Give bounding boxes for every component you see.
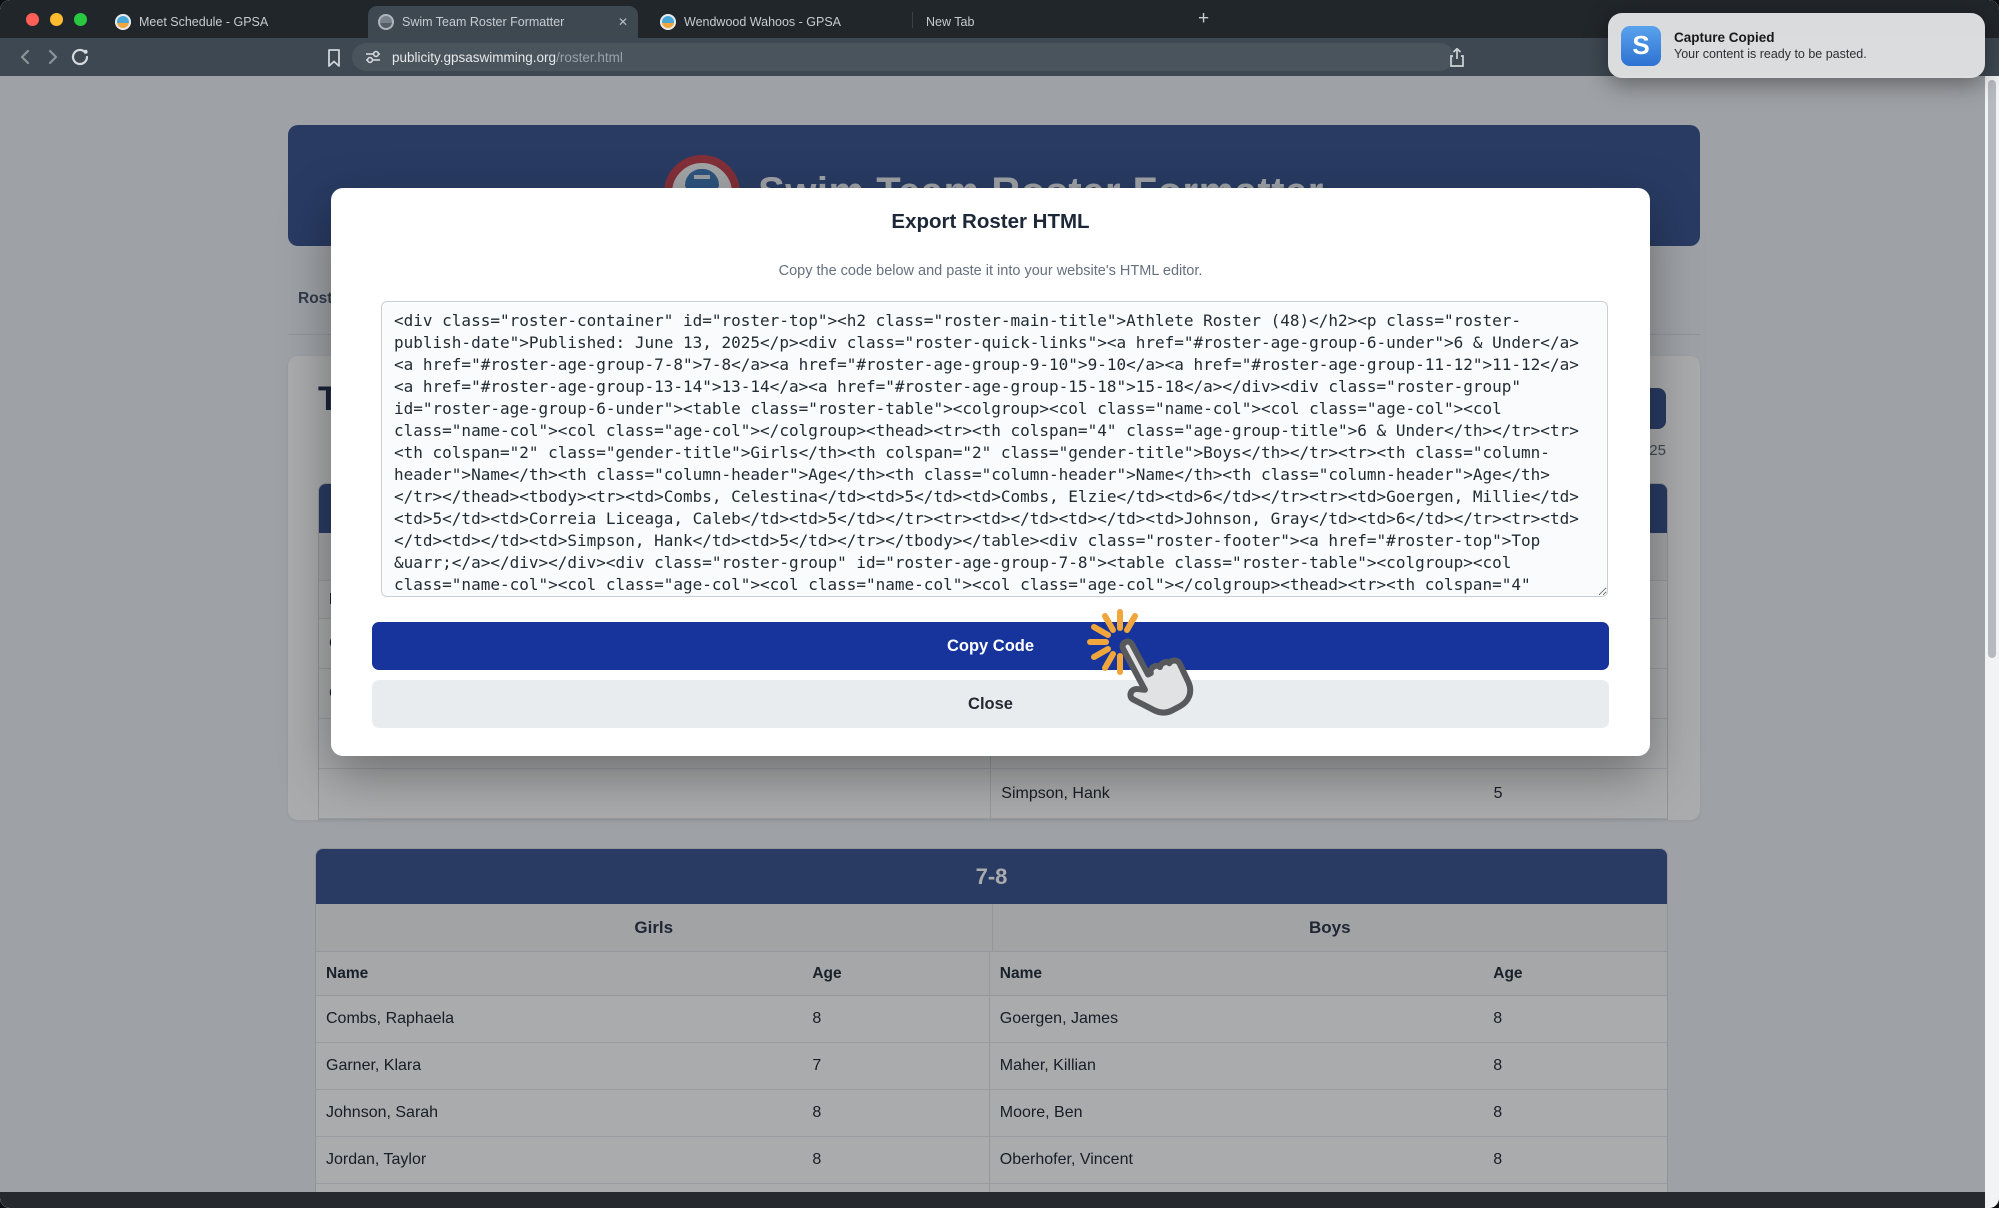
share-icon[interactable] bbox=[1445, 46, 1469, 70]
url-path: /roster.html bbox=[556, 50, 623, 65]
close-window-button[interactable] bbox=[26, 13, 39, 26]
zoom-window-button[interactable] bbox=[74, 13, 87, 26]
tab-separator bbox=[912, 12, 913, 28]
export-code-textarea[interactable]: <div class="roster-container" id="roster… bbox=[381, 301, 1608, 597]
bookmark-icon[interactable] bbox=[322, 46, 346, 70]
browser-window: Meet Schedule - GPSA Swim Team Roster Fo… bbox=[0, 0, 1999, 1208]
url-bar[interactable]: publicity.gpsaswimming.org/roster.html bbox=[352, 43, 1454, 71]
tab-meet-schedule[interactable]: Meet Schedule - GPSA bbox=[105, 6, 278, 38]
reload-icon[interactable] bbox=[68, 45, 92, 69]
modal-subtitle: Copy the code below and paste it into yo… bbox=[331, 263, 1650, 279]
capture-notification[interactable]: S Capture Copied Your content is ready t… bbox=[1608, 13, 1985, 78]
url-text[interactable]: publicity.gpsaswimming.org/roster.html bbox=[392, 50, 623, 65]
gpsa-favicon bbox=[115, 14, 131, 30]
notification-message: Your content is ready to be pasted. bbox=[1674, 47, 1867, 61]
export-roster-modal: Export Roster HTML Copy the code below a… bbox=[331, 188, 1650, 756]
window-bottom-edge bbox=[0, 1192, 1999, 1208]
tab-title: Swim Team Roster Formatter bbox=[402, 15, 600, 29]
snagit-icon: S bbox=[1621, 26, 1661, 66]
forward-icon[interactable] bbox=[40, 45, 64, 69]
url-host: publicity.gpsaswimming.org bbox=[392, 50, 556, 65]
gpsa-favicon bbox=[378, 14, 394, 30]
back-icon[interactable] bbox=[14, 45, 38, 69]
tab-title: New Tab bbox=[926, 15, 974, 29]
tab-close-icon[interactable]: ✕ bbox=[618, 15, 628, 29]
modal-title: Export Roster HTML bbox=[331, 210, 1650, 234]
tab-wendwood-wahoos[interactable]: Wendwood Wahoos - GPSA bbox=[650, 6, 851, 38]
tab-roster-formatter-active[interactable]: Swim Team Roster Formatter ✕ bbox=[368, 6, 638, 38]
tab-new-tab[interactable]: New Tab bbox=[916, 6, 984, 38]
page-scrollbar-thumb[interactable] bbox=[1988, 80, 1996, 658]
close-modal-button[interactable]: Close bbox=[372, 680, 1609, 728]
new-tab-button[interactable]: + bbox=[1198, 8, 1209, 30]
minimize-window-button[interactable] bbox=[50, 13, 63, 26]
copy-code-button[interactable]: Copy Code bbox=[372, 622, 1609, 670]
tab-title: Meet Schedule - GPSA bbox=[139, 15, 268, 29]
notification-title: Capture Copied bbox=[1674, 30, 1867, 45]
site-settings-icon[interactable] bbox=[364, 48, 382, 66]
gpsa-favicon bbox=[660, 14, 676, 30]
tab-title: Wendwood Wahoos - GPSA bbox=[684, 15, 841, 29]
click-cursor-icon bbox=[1078, 608, 1203, 743]
